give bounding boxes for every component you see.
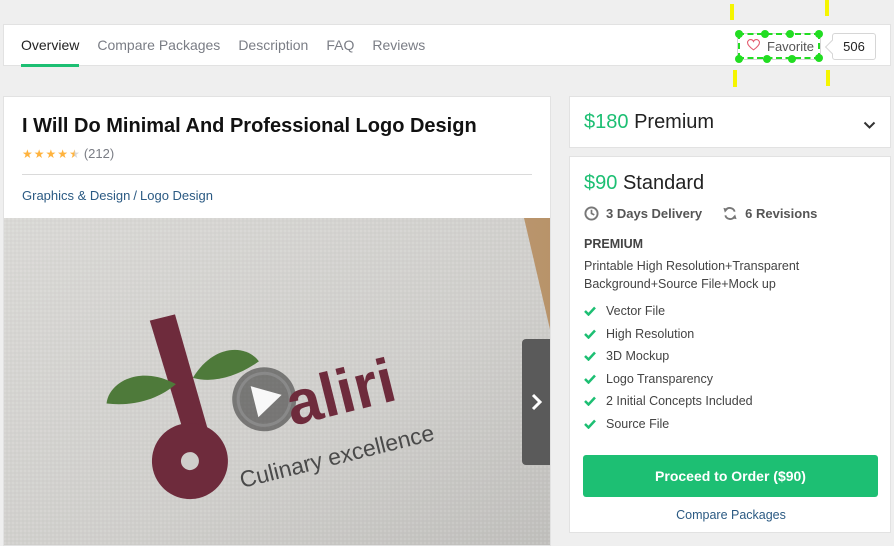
list-item: Source File	[584, 413, 753, 436]
delivery-label: 3 Days Delivery	[606, 206, 703, 221]
breadcrumb-graphics-design[interactable]: Graphics & Design	[22, 188, 130, 203]
breadcrumb-logo-design[interactable]: Logo Design	[140, 188, 213, 203]
tab-reviews[interactable]: Reviews	[372, 25, 425, 66]
package-description: Printable High Resolution+Transparent Ba…	[584, 259, 800, 291]
annotation-marker-right	[825, 0, 829, 16]
annotation-marker-right	[826, 70, 830, 86]
tab-description[interactable]: Description	[238, 25, 308, 66]
checkmark-icon	[584, 396, 598, 407]
checkmark-icon	[584, 329, 598, 339]
annotation-handle	[788, 55, 796, 63]
gig-overview-card: I Will Do Minimal And Professional Logo …	[3, 96, 551, 546]
tab-faq[interactable]: FAQ	[326, 25, 354, 66]
proceed-to-order-button[interactable]: Proceed to Order ($90)	[583, 455, 878, 497]
gig-media-video[interactable]: aliri Culinary excellence	[4, 218, 550, 545]
annotation-selection-box	[738, 33, 820, 59]
annotation-handle	[815, 54, 823, 62]
standard-name: Standard	[622, 172, 705, 194]
divider	[22, 174, 532, 175]
annotation-handle	[786, 30, 794, 38]
next-slide-button[interactable]	[522, 339, 550, 465]
delivery-time: 3 Days Delivery	[584, 206, 702, 221]
list-item: Logo Transparency	[584, 368, 753, 391]
compare-packages-link[interactable]: Compare Packages	[570, 508, 892, 522]
package-standard-price: $90 Standard	[584, 172, 704, 195]
list-item: 3D Mockup	[584, 345, 753, 368]
favorite-count: 506	[832, 33, 876, 60]
annotation-marker-left	[733, 70, 737, 87]
premium-name: Premium	[634, 111, 715, 133]
feature-label: 3D Mockup	[606, 349, 670, 364]
revisions-label: 6 Revisions	[745, 206, 818, 221]
revisions: 6 Revisions	[722, 206, 817, 221]
star-icon: ★	[45, 146, 57, 161]
clock-icon	[584, 206, 599, 221]
package-meta: 3 Days Delivery 6 Revisions	[584, 206, 837, 221]
chevron-down-icon	[863, 117, 876, 135]
annotation-handle	[763, 55, 771, 63]
annotation-handle	[815, 30, 823, 38]
rating-count[interactable]: (212)	[84, 146, 114, 161]
refresh-icon	[723, 207, 737, 220]
annotation-marker-left	[730, 4, 734, 20]
gig-rating: ★ ★ ★ ★ ★ (212)	[22, 146, 114, 161]
annotation-handle	[735, 55, 743, 63]
half-star-icon: ★	[69, 146, 80, 161]
tab-overview[interactable]: Overview	[21, 25, 80, 67]
chevron-right-icon	[531, 393, 543, 411]
breadcrumb-separator: /	[133, 188, 138, 203]
nav-tabs: Overview Compare Packages Description FA…	[21, 25, 443, 67]
feature-label: Vector File	[606, 304, 666, 319]
feature-label: Logo Transparency	[606, 371, 714, 386]
star-icon: ★	[33, 146, 45, 161]
annotation-handle	[735, 30, 743, 38]
checkmark-icon	[584, 351, 598, 362]
feature-label: High Resolution	[606, 326, 695, 341]
feature-label: 2 Initial Concepts Included	[606, 394, 753, 409]
checkmark-icon	[584, 306, 598, 317]
star-icon: ★	[57, 146, 69, 161]
list-item: 2 Initial Concepts Included	[584, 390, 753, 413]
breadcrumb: Graphics & Design / Logo Design	[22, 188, 213, 203]
package-tier-label: PREMIUM	[584, 237, 644, 251]
tab-compare-packages[interactable]: Compare Packages	[97, 25, 220, 66]
logo-mockup-image: aliri Culinary excellence	[4, 218, 550, 545]
list-item: High Resolution	[584, 323, 753, 346]
package-premium-header[interactable]: $180 Premium	[569, 96, 891, 148]
checkmark-icon	[584, 374, 598, 384]
package-standard-card: $90 Standard 3 Days Delivery 6 Revisions…	[569, 156, 891, 533]
gig-title: I Will Do Minimal And Professional Logo …	[22, 115, 477, 137]
feature-label: Source File	[606, 416, 670, 431]
premium-price: $180	[584, 111, 629, 133]
list-item: Vector File	[584, 300, 753, 323]
star-icon: ★	[22, 146, 33, 161]
standard-price: $90	[584, 172, 618, 194]
feature-list: Vector File High Resolution 3D Mockup Lo…	[584, 300, 753, 435]
checkmark-icon	[584, 419, 598, 429]
package-premium-price: $180 Premium	[584, 111, 714, 134]
annotation-handle	[761, 30, 769, 38]
